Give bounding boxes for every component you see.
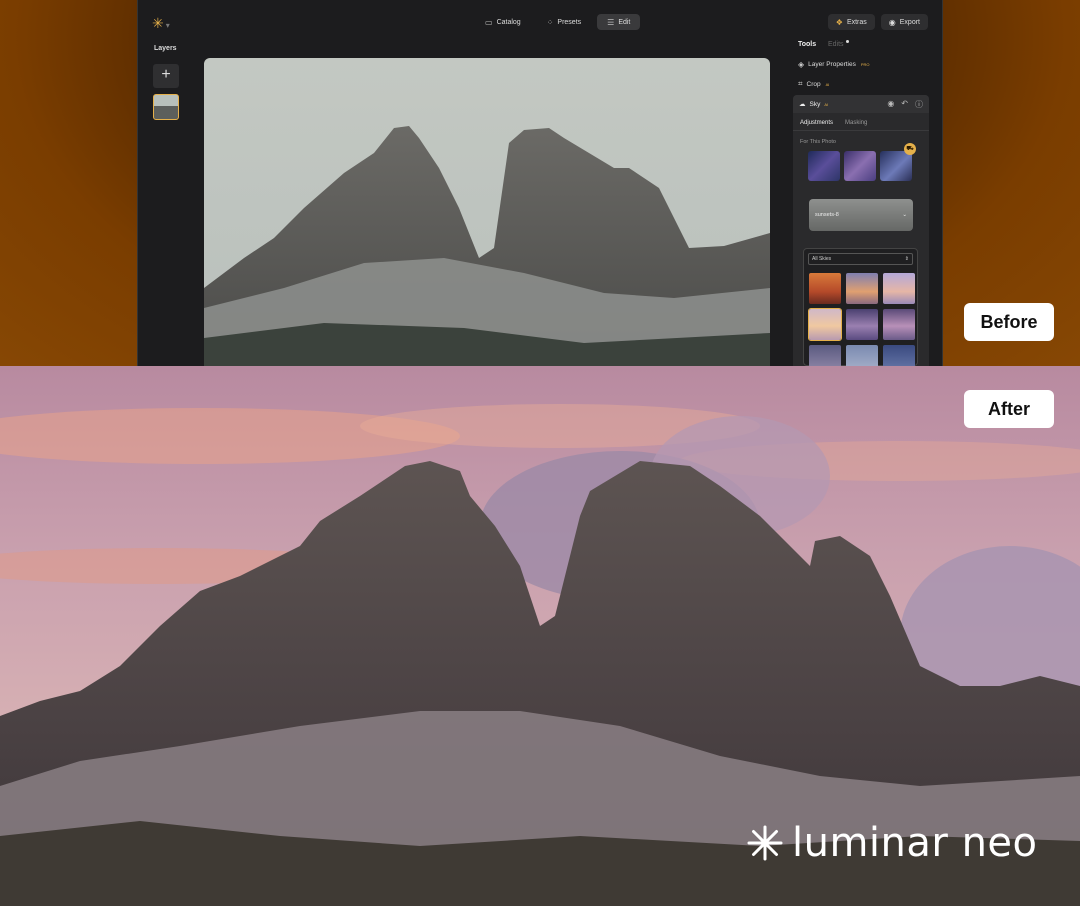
sky-thumb[interactable] <box>846 273 878 304</box>
sky-thumb[interactable] <box>883 345 915 366</box>
sky-thumbnail-grid <box>808 273 915 366</box>
photo-canvas[interactable] <box>204 58 770 366</box>
catalog-icon: ▭ <box>485 17 493 27</box>
edit-sliders-icon: ☰ <box>607 17 615 27</box>
sky-preset-thumb[interactable] <box>808 151 840 181</box>
sky-thumb-selected[interactable] <box>808 308 842 341</box>
add-layer-button[interactable]: + <box>153 64 179 88</box>
sky-category-select[interactable]: All Skies ⇕ <box>808 253 913 265</box>
layer-thumbnail[interactable] <box>153 94 179 120</box>
sky-title: Sky <box>809 100 821 108</box>
nav-presets[interactable]: ⁘ Presets <box>537 14 591 30</box>
brand-logo: luminar neo <box>746 820 1038 866</box>
cloud-icon: ☁ <box>799 101 806 108</box>
sky-thumb[interactable] <box>809 345 841 366</box>
layers-icon: ◈ <box>798 60 805 69</box>
tool-crop[interactable]: ⌗ Crop AI <box>798 79 829 89</box>
tab-tools[interactable]: Tools <box>798 41 816 48</box>
sky-thumb[interactable] <box>883 273 915 304</box>
sky-category-label: All Skies <box>812 256 832 262</box>
sky-tool-panel: ☁ Sky AI ◉ ↶ ⓘ Adjustments Masking For T… <box>793 95 929 366</box>
nav-catalog[interactable]: ▭ Catalog <box>475 14 531 30</box>
sky-preset-thumb[interactable] <box>880 151 912 181</box>
export-button[interactable]: ◉ Export <box>880 14 928 30</box>
top-bar: ✳ ▾ ▭ Catalog ⁘ Presets ☰ Edit ❖ Extras … <box>138 10 942 36</box>
tool-layer-properties[interactable]: ◈ Layer Properties PRO <box>798 60 870 69</box>
app-window: ✳ ▾ ▭ Catalog ⁘ Presets ☰ Edit ❖ Extras … <box>137 0 943 366</box>
sky-ai-badge: AI <box>824 101 829 107</box>
brand-name: luminar neo <box>792 820 1038 866</box>
app-menu-button[interactable]: ✳ ▾ <box>152 13 176 33</box>
nav-edit-label: Edit <box>618 18 631 26</box>
pro-badge: PRO <box>860 62 870 67</box>
ai-badge: AI <box>825 81 830 87</box>
sky-tool-header[interactable]: ☁ Sky AI ◉ ↶ ⓘ <box>793 95 929 113</box>
extras-label: Extras <box>846 18 867 26</box>
tab-adjustments[interactable]: Adjustments <box>800 120 833 126</box>
crop-label: Crop <box>806 80 821 88</box>
chevron-down-icon: ▾ <box>165 21 170 30</box>
info-icon[interactable]: ⓘ <box>915 99 923 110</box>
top-right-actions: ❖ Extras ◉ Export <box>827 14 928 30</box>
nav-catalog-label: Catalog <box>496 18 521 26</box>
extras-icon: ❖ <box>835 17 843 27</box>
before-section: ✳ ▾ ▭ Catalog ⁘ Presets ☰ Edit ❖ Extras … <box>0 0 1080 366</box>
sky-thumb[interactable] <box>846 345 878 366</box>
export-icon: ◉ <box>888 17 896 27</box>
layer-properties-label: Layer Properties <box>808 61 856 68</box>
updown-chevron-icon: ⇕ <box>904 256 909 262</box>
nav-presets-label: Presets <box>557 18 582 26</box>
sky-tabs: Adjustments Masking <box>793 113 929 131</box>
after-label: After <box>964 390 1054 428</box>
main-nav: ▭ Catalog ⁘ Presets ☰ Edit <box>475 14 641 30</box>
sky-gallery-popup: All Skies ⇕ <box>803 248 918 366</box>
layers-title: Layers <box>154 45 177 52</box>
tab-masking[interactable]: Masking <box>845 120 867 126</box>
before-label: Before <box>964 303 1054 341</box>
sky-selection-dropdown[interactable]: sunsets-8 ⌄ <box>809 199 913 231</box>
presets-icon: ⁘ <box>546 17 554 27</box>
crop-icon: ⌗ <box>798 79 803 88</box>
nav-edit[interactable]: ☰ Edit <box>597 14 641 30</box>
edits-indicator-dot <box>846 40 849 43</box>
before-photo <box>204 58 770 366</box>
eye-icon[interactable]: ◉ <box>887 99 894 110</box>
plus-icon: + <box>161 66 171 83</box>
luminar-logo-icon: ✳ <box>152 15 164 31</box>
luminar-asterisk-icon <box>747 825 783 861</box>
extras-button[interactable]: ❖ Extras <box>827 14 875 30</box>
sky-thumb[interactable] <box>809 273 841 304</box>
tab-edits[interactable]: Edits <box>828 41 844 48</box>
undo-icon[interactable]: ↶ <box>901 99 908 110</box>
chevron-down-icon: ⌄ <box>902 212 907 218</box>
sky-thumb[interactable] <box>846 309 878 340</box>
sky-thumb[interactable] <box>883 309 915 340</box>
sky-preset-thumb[interactable] <box>844 151 876 181</box>
cart-icon[interactable]: ⛟ <box>904 143 916 155</box>
sky-preset-row: ⛟ <box>793 143 929 181</box>
selected-sky-name: sunsets-8 <box>815 212 839 218</box>
export-label: Export <box>899 18 920 26</box>
